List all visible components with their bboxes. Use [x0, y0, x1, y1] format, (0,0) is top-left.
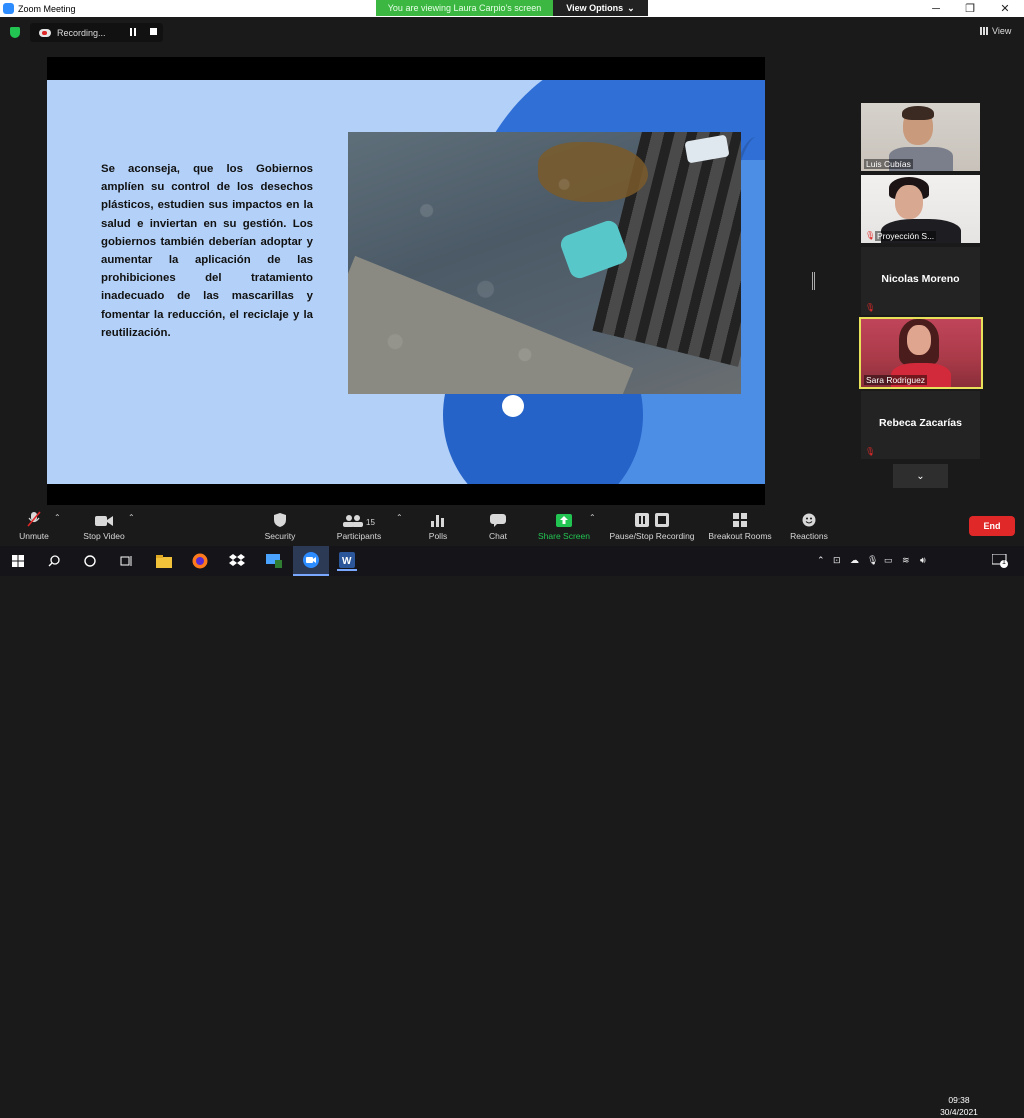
participant-tile[interactable]: Proyección S... 🎙︎: [861, 175, 980, 243]
wifi-icon[interactable]: ≋: [902, 555, 910, 566]
participant-name: Luis Cubías: [864, 159, 913, 169]
video-camera-icon: [95, 505, 113, 527]
view-button-label: View: [992, 26, 1012, 36]
svg-text:W: W: [342, 556, 352, 567]
chevron-down-icon: ⌄: [627, 2, 635, 13]
chevron-down-icon[interactable]: ⌄: [893, 464, 948, 488]
volume-icon[interactable]: 🔊︎: [920, 555, 926, 566]
participant-name: Rebeca Zacarías: [879, 417, 962, 429]
taskbar-clock[interactable]: 09:38 30/4/2021: [939, 1094, 979, 1118]
pause-recording-icon[interactable]: [130, 28, 136, 36]
clock-time: 09:38: [948, 1095, 970, 1105]
participant-name: Proyección S...: [875, 231, 937, 241]
participant-tile[interactable]: Rebeca Zacarías 🎙︎: [861, 391, 980, 459]
notification-count: 1: [1002, 559, 1006, 566]
meeting-toolbar: Unmute ⌃ Stop Video ⌃ Security 15 Partic…: [0, 505, 1024, 546]
pause-stop-recording-button[interactable]: Pause/Stop Recording: [606, 505, 698, 546]
smiley-icon: [802, 505, 816, 527]
chevron-up-icon[interactable]: ⌃: [128, 513, 135, 522]
cloud-recording-icon: [39, 28, 51, 37]
firefox-icon[interactable]: [190, 551, 210, 571]
participant-tile[interactable]: Nicolas Moreno 🎙︎: [861, 247, 980, 315]
photo-raindrops: [348, 132, 741, 394]
chevron-up-icon[interactable]: ⌃: [589, 513, 596, 522]
zoom-logo-icon: [3, 3, 14, 14]
search-icon[interactable]: [44, 551, 64, 571]
slide-body-text: Se aconseja, que los Gobiernos amplíen s…: [101, 163, 313, 339]
breakout-rooms-button[interactable]: Breakout Rooms: [707, 505, 773, 546]
word-icon[interactable]: W: [337, 551, 357, 571]
view-options-label: View Options: [566, 3, 624, 13]
participants-button[interactable]: 15 Participants: [335, 505, 383, 546]
cursor-indicator: [502, 395, 524, 417]
windows-taskbar: W ⌃ ⊡ ☁ 🎙︎ ▭ ≋ 🔊︎ 09:38 30/4/2021 1: [0, 546, 1024, 1117]
shield-icon: [274, 505, 286, 527]
muted-mic-icon: [27, 505, 41, 527]
chevron-up-icon[interactable]: ⌃: [54, 513, 61, 522]
stop-recording-icon[interactable]: [150, 28, 157, 35]
window-title: Zoom Meeting: [18, 3, 76, 14]
app-icon[interactable]: [264, 551, 284, 571]
close-icon[interactable]: ✕: [988, 0, 1022, 17]
pause-stop-icon: [635, 505, 669, 527]
breakout-rooms-icon: [733, 505, 747, 527]
chat-button[interactable]: Chat: [484, 505, 512, 546]
muted-mic-icon: 🎙︎: [865, 231, 876, 240]
bar-chart-icon: [431, 505, 445, 527]
grid-view-icon: [980, 27, 988, 35]
windows-start-icon[interactable]: [8, 551, 28, 571]
chevron-up-icon[interactable]: ⌃: [817, 555, 825, 566]
participant-name: Sara Rodriguez: [864, 375, 928, 385]
slide-photo: [348, 132, 741, 394]
muted-mic-icon: 🎙︎: [865, 303, 876, 312]
unmute-button[interactable]: Unmute: [16, 505, 52, 546]
task-view-icon[interactable]: [116, 551, 136, 571]
screen-share-banner: You are viewing Laura Carpio's screen Vi…: [376, 0, 648, 16]
notification-icon[interactable]: 1: [990, 551, 1010, 571]
recording-status: Recording...: [57, 27, 106, 38]
reactions-button[interactable]: Reactions: [788, 505, 830, 546]
clock-date: 30/4/2021: [940, 1107, 978, 1117]
active-speaker-tile[interactable]: Sara Rodriguez: [859, 317, 983, 389]
end-meeting-button[interactable]: End: [969, 516, 1015, 536]
security-button[interactable]: Security: [263, 505, 297, 546]
cortana-icon[interactable]: [80, 551, 100, 571]
stop-video-button[interactable]: Stop Video: [80, 505, 128, 546]
file-explorer-icon[interactable]: [154, 551, 174, 571]
people-icon: 15: [343, 505, 375, 527]
zoom-taskbar-icon[interactable]: [293, 546, 329, 576]
microphone-icon[interactable]: 🎙︎: [867, 555, 878, 566]
viewing-screen-text: You are viewing Laura Carpio's screen: [376, 0, 553, 16]
polls-button[interactable]: Polls: [424, 505, 452, 546]
participant-name: Nicolas Moreno: [881, 273, 960, 285]
cloud-icon[interactable]: ☁: [850, 555, 859, 566]
dropbox-icon[interactable]: [227, 551, 247, 571]
battery-icon[interactable]: ▭: [884, 555, 893, 566]
maximize-icon[interactable]: ❐: [953, 0, 987, 17]
presentation-slide: Se aconseja, que los Gobiernos amplíen s…: [47, 80, 765, 484]
system-tray-icon[interactable]: ⊡: [833, 555, 841, 566]
participants-count: 15: [366, 518, 375, 527]
muted-mic-icon: 🎙︎: [865, 447, 876, 456]
encryption-shield-icon[interactable]: [10, 27, 20, 38]
share-screen-button[interactable]: Share Screen: [536, 505, 592, 546]
share-screen-icon: [556, 505, 572, 527]
chat-bubble-icon: [490, 505, 506, 527]
view-options-button[interactable]: View Options ⌄: [553, 0, 648, 16]
view-button[interactable]: View: [980, 26, 1011, 36]
chevron-up-icon[interactable]: ⌃: [396, 513, 403, 522]
resize-handle[interactable]: [812, 272, 815, 290]
participant-tile[interactable]: Luis Cubías: [861, 103, 980, 171]
minimize-icon[interactable]: ─: [919, 0, 953, 17]
recording-indicator: Recording...: [30, 23, 163, 42]
